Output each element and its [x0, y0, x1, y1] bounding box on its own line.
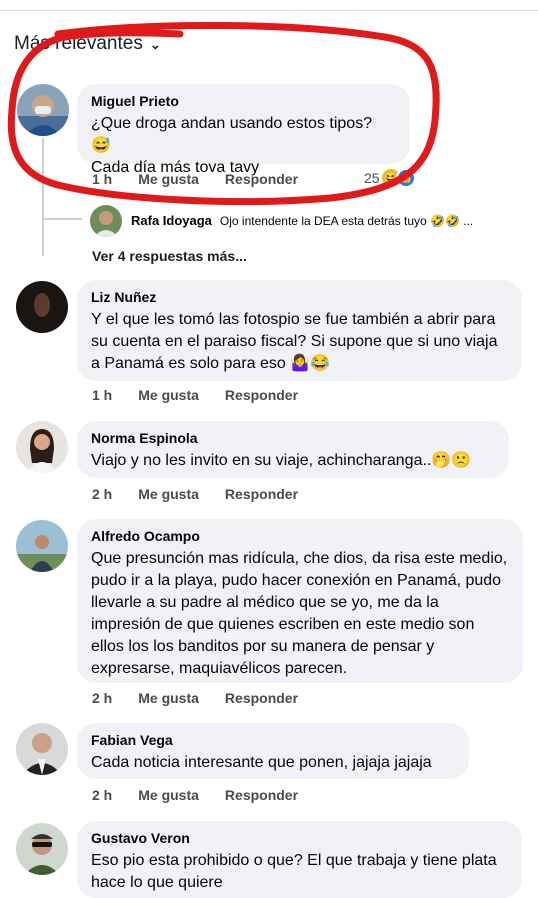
reply-preview[interactable]: Rafa Idoyaga Ojo intendente la DEA esta … [131, 213, 473, 228]
comment-author[interactable]: Gustavo Veron [91, 830, 508, 846]
comment-text: Eso pio esta prohibido o que? El que tra… [91, 852, 497, 891]
comment-text: Y el que les tomó las fotospio se fue ta… [91, 311, 498, 372]
avatar[interactable] [16, 281, 68, 333]
chevron-down-icon: ⌄ [149, 37, 161, 52]
comment-text: ¿Que droga andan usando estos tipos? 😅 C… [91, 115, 373, 176]
comment-actions: 1 h Me gusta Responder [92, 387, 298, 403]
like-reaction-icon: 👍 [395, 168, 416, 188]
reply-button[interactable]: Responder [225, 787, 298, 803]
comment-text: Que presunción mas ridícula, che dios, d… [91, 550, 508, 677]
comment-time[interactable]: 2 h [92, 690, 112, 706]
reply-text: Ojo intendente la DEA esta detrás tuyo 🤣… [219, 213, 474, 228]
avatar[interactable] [16, 520, 68, 572]
comment-actions: 2 h Me gusta Responder [92, 486, 298, 502]
view-more-replies-link[interactable]: Ver 4 respuestas más... [92, 248, 247, 264]
comment-bubble: Alfredo Ocampo Que presunción mas ridícu… [77, 519, 523, 683]
sort-dropdown[interactable]: Más relevantes ⌄ [14, 33, 161, 55]
comment-time[interactable]: 2 h [92, 787, 112, 803]
reply-button[interactable]: Responder [225, 171, 298, 187]
avatar[interactable] [16, 421, 68, 473]
comment-author[interactable]: Norma Espinola [91, 430, 495, 446]
reply-avatar[interactable] [90, 205, 122, 237]
like-button[interactable]: Me gusta [138, 787, 199, 803]
sort-label: Más relevantes [14, 33, 143, 54]
reaction-count: 25 [364, 170, 380, 186]
comment-bubble: Fabian Vega Cada noticia interesante que… [77, 723, 469, 779]
comment-author[interactable]: Fabian Vega [91, 732, 455, 748]
like-button[interactable]: Me gusta [138, 690, 199, 706]
comment-bubble: Norma Espinola Viajo y no les invito en … [77, 421, 509, 478]
comment-time[interactable]: 2 h [92, 486, 112, 502]
comment-bubble: Liz Nuñez Y el que les tomó las fotospio… [77, 280, 522, 381]
comment-text: Viajo y no les invito en su viaje, achin… [91, 452, 472, 469]
thread-line [42, 138, 44, 256]
comment-bubble: Miguel Prieto ¿Que droga andan usando es… [77, 84, 410, 176]
comment-time[interactable]: 1 h [92, 171, 112, 187]
comment-actions: 1 h Me gusta Responder [92, 171, 298, 187]
reply-button[interactable]: Responder [225, 486, 298, 502]
reply-author: Rafa Idoyaga [131, 213, 212, 228]
avatar[interactable] [16, 823, 68, 875]
comment-actions: 2 h Me gusta Responder [92, 787, 298, 803]
like-button[interactable]: Me gusta [138, 486, 199, 502]
comment-author[interactable]: Liz Nuñez [91, 289, 508, 305]
top-divider [0, 10, 538, 11]
avatar[interactable] [17, 84, 69, 136]
reply-button[interactable]: Responder [225, 690, 298, 706]
reaction-summary[interactable]: 25 😆 👍 [364, 168, 416, 188]
like-button[interactable]: Me gusta [138, 171, 199, 187]
comment-author[interactable]: Alfredo Ocampo [91, 528, 509, 544]
avatar[interactable] [16, 723, 68, 775]
comment-actions: 2 h Me gusta Responder [92, 690, 298, 706]
thread-branch [42, 218, 82, 220]
comment-author[interactable]: Miguel Prieto [91, 93, 396, 109]
like-button[interactable]: Me gusta [138, 387, 199, 403]
comment-bubble: Gustavo Veron Eso pio esta prohibido o q… [77, 821, 522, 898]
comment-text: Cada noticia interesante que ponen, jaja… [91, 754, 432, 771]
reply-button[interactable]: Responder [225, 387, 298, 403]
comment-time[interactable]: 1 h [92, 387, 112, 403]
